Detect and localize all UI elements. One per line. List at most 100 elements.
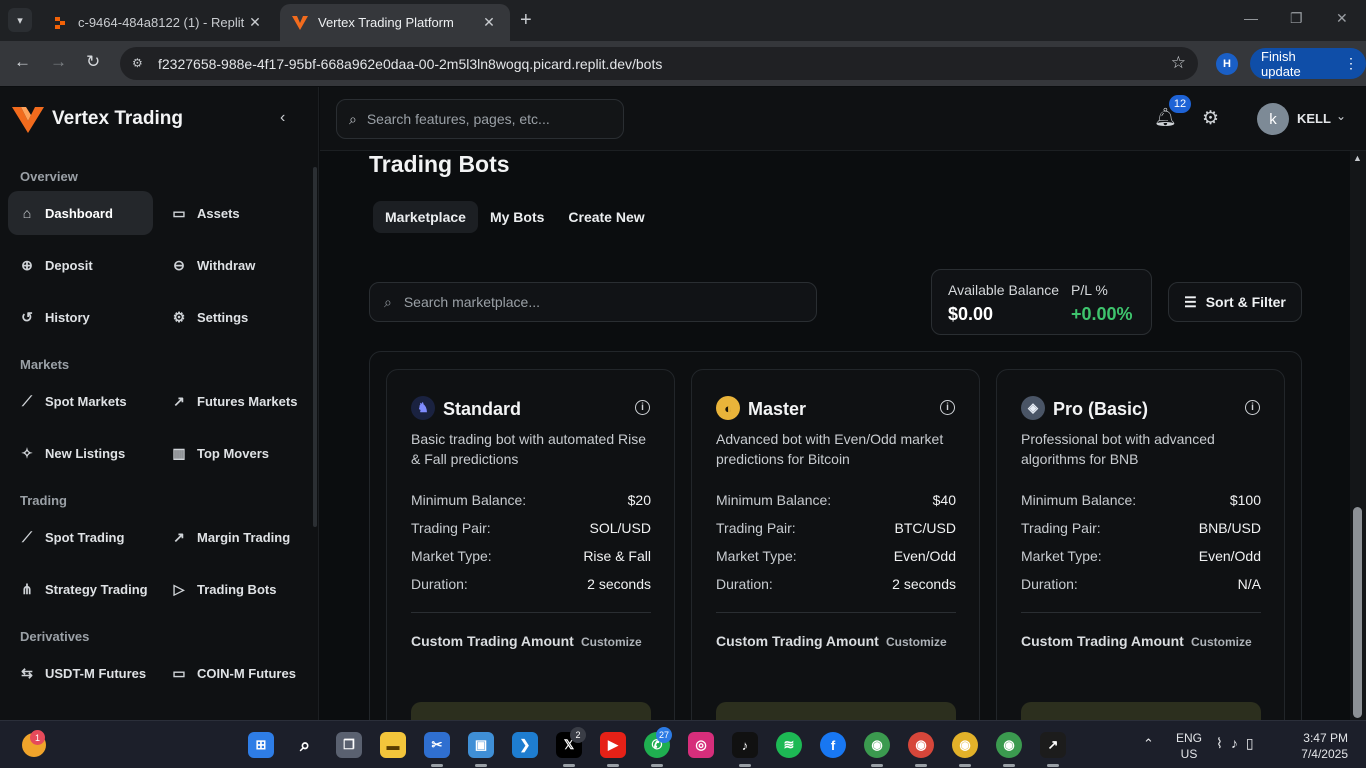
language-indicator[interactable]: ENG US [1176,730,1202,762]
profile-avatar[interactable]: H [1216,53,1238,75]
maximize-icon[interactable]: ❐ [1290,10,1303,27]
facebook-icon[interactable]: f [820,732,846,758]
stat-label: Trading Pair: [1021,520,1101,536]
reload-icon[interactable]: ↻ [86,52,100,72]
remote-desktop-icon[interactable]: ▣ [468,732,494,758]
tiktok-icon[interactable]: ♪ [732,732,758,758]
close-window-icon[interactable]: ✕ [1336,10,1348,27]
bot-card-master[interactable]: ◐ Master i Advanced bot with Even/Odd ma… [691,369,980,720]
sidebar-item-label: Strategy Trading [45,581,148,597]
site-settings-icon[interactable]: ⚙ [132,56,148,72]
sidebar-item-settings[interactable]: ⚙ Settings [160,295,305,339]
sidebar-item-futures-markets[interactable]: ↗ Futures Markets [160,379,305,423]
info-icon[interactable]: i [940,400,955,415]
info-icon[interactable]: i [635,400,650,415]
search-icon[interactable]: ⌕ [292,732,318,758]
bot-stat-row: Market Type: Even/Odd [1021,548,1261,568]
sidebar-item-trading-bots[interactable]: ▷ Trading Bots [160,567,305,611]
chrome-icon[interactable]: ◉ [864,732,890,758]
sidebar-item-assets[interactable]: ▭ Assets [160,191,305,235]
sidebar-item-new-listings[interactable]: ✧ New Listings [8,431,153,475]
scroll-up-icon[interactable]: ▲ [1353,153,1362,163]
page-title: Trading Bots [369,151,510,177]
brand-name: Vertex Trading [52,108,183,129]
running-indicator [475,764,487,767]
collapse-sidebar-icon[interactable]: ‹ [280,109,285,127]
sidebar-item-spot-markets[interactable]: ⟋ Spot Markets [8,379,153,423]
brand[interactable]: Vertex Trading [12,105,183,133]
sidebar-item-withdraw[interactable]: ⊖ Withdraw [160,243,305,287]
tray-chevron-up-icon[interactable]: ⌃ [1143,736,1154,752]
global-search-input[interactable]: ⌕ Search features, pages, etc... [336,99,624,139]
customize-toggle[interactable]: Customize [1191,635,1252,649]
marketplace-search-input[interactable]: ⌕ Search marketplace... [369,282,817,322]
windows-start-icon[interactable]: ⊞ [248,732,274,758]
tab-my-bots[interactable]: My Bots [478,201,556,233]
task-view-icon[interactable]: ❐ [336,732,362,758]
sort-filter-button[interactable]: ☰ Sort & Filter [1168,282,1302,322]
customize-toggle[interactable]: Customize [886,635,947,649]
bar-chart-icon: ▥ [172,444,186,461]
bot-stat-row: Minimum Balance: $20 [411,492,651,512]
address-bar[interactable]: ⚙ f2327658-988e-4f17-95bf-668a962e0daa-0… [120,47,1198,80]
bookmark-star-icon[interactable]: ☆ [1171,53,1186,73]
activate-bot-button[interactable] [1021,702,1261,720]
user-name[interactable]: KELL [1297,111,1331,126]
info-icon[interactable]: i [1245,400,1260,415]
chrome-profile-icon[interactable]: ◉ [952,732,978,758]
sparkle-icon: ✧ [21,444,33,461]
back-icon[interactable]: ← [14,52,31,72]
file-explorer-icon[interactable]: ▬ [380,732,406,758]
youtube-icon[interactable]: ▶ [600,732,626,758]
activate-bot-button[interactable] [411,702,651,720]
sidebar-item-coin-futures[interactable]: ▭ COIN-M Futures [160,651,305,695]
app-header: ⌕ Search features, pages, etc... 🔔︎ 12 ⚙… [320,87,1366,151]
sidebar-scrollbar[interactable] [313,167,317,527]
sidebar-item-label: Dashboard [45,205,113,221]
snipping-tool-icon[interactable]: ✂ [424,732,450,758]
sidebar-item-usdt-futures[interactable]: ⇆ USDT-M Futures [8,651,153,695]
bot-card-standard[interactable]: ♞ Standard i Basic trading bot with auto… [386,369,675,720]
tab-close-icon[interactable]: ✕ [246,14,264,31]
sidebar-item-top-movers[interactable]: ▥ Top Movers [160,431,305,475]
bot-stat-row: Duration: N/A [1021,576,1261,596]
tab-close-icon[interactable]: ✕ [480,14,498,31]
customize-toggle[interactable]: Customize [581,635,642,649]
wifi-volume-battery-icon[interactable]: ⌇♪▯ [1216,735,1262,752]
spotify-icon[interactable]: ≋ [776,732,802,758]
forward-icon[interactable]: → [50,52,67,72]
bot-card-pro-basic[interactable]: ◈ Pro (Basic) i Professional bot with ad… [996,369,1285,720]
instagram-icon[interactable]: ◎ [688,732,714,758]
play-circle-icon: ▷ [173,580,185,597]
sidebar-item-dashboard[interactable]: ⌂ Dashboard [8,191,153,235]
minimize-icon[interactable]: — [1244,10,1258,26]
sidebar-item-history[interactable]: ↺ History [8,295,153,339]
gear-icon[interactable]: ⚙ [1202,107,1219,130]
trading-app-icon[interactable]: ↗ [1040,732,1066,758]
bot-tabs: Marketplace My Bots Create New [373,201,657,233]
sidebar-item-spot-trading[interactable]: ⟋ Spot Trading [8,515,153,559]
tab-create-new[interactable]: Create New [556,201,656,233]
chrome-profile-icon[interactable]: ◉ [908,732,934,758]
scrollbar-thumb[interactable] [1353,507,1362,718]
bot-stat-row: Market Type: Even/Odd [716,548,956,568]
running-indicator [959,764,971,767]
tab-search-icon[interactable]: ▾ [8,8,32,32]
stat-label: Market Type: [411,548,492,564]
stat-label: Minimum Balance: [411,492,527,508]
tab-marketplace[interactable]: Marketplace [373,201,478,233]
new-tab-icon[interactable]: + [520,9,532,32]
finish-update-button[interactable]: Finish update ⋮ [1250,48,1366,79]
activate-bot-button[interactable] [716,702,956,720]
sidebar-item-margin-trading[interactable]: ↗ Margin Trading [160,515,305,559]
sidebar-item-deposit[interactable]: ⊕ Deposit [8,243,153,287]
chevron-down-icon[interactable]: ⌄ [1336,109,1346,123]
sidebar-item-strategy-trading[interactable]: ⋔ Strategy Trading [8,567,153,611]
tab-vertex[interactable]: Vertex Trading Platform ✕ [280,4,510,41]
chrome-profile-icon[interactable]: ◉ [996,732,1022,758]
avatar[interactable]: k [1257,103,1289,135]
vscode-icon[interactable]: ❯ [512,732,538,758]
clock-date: 7/4/2025 [1301,747,1348,761]
tab-replit[interactable]: c-9464-484a8122 (1) - Replit ✕ [40,4,276,41]
clock[interactable]: 3:47 PM 7/4/2025 [1296,730,1348,762]
